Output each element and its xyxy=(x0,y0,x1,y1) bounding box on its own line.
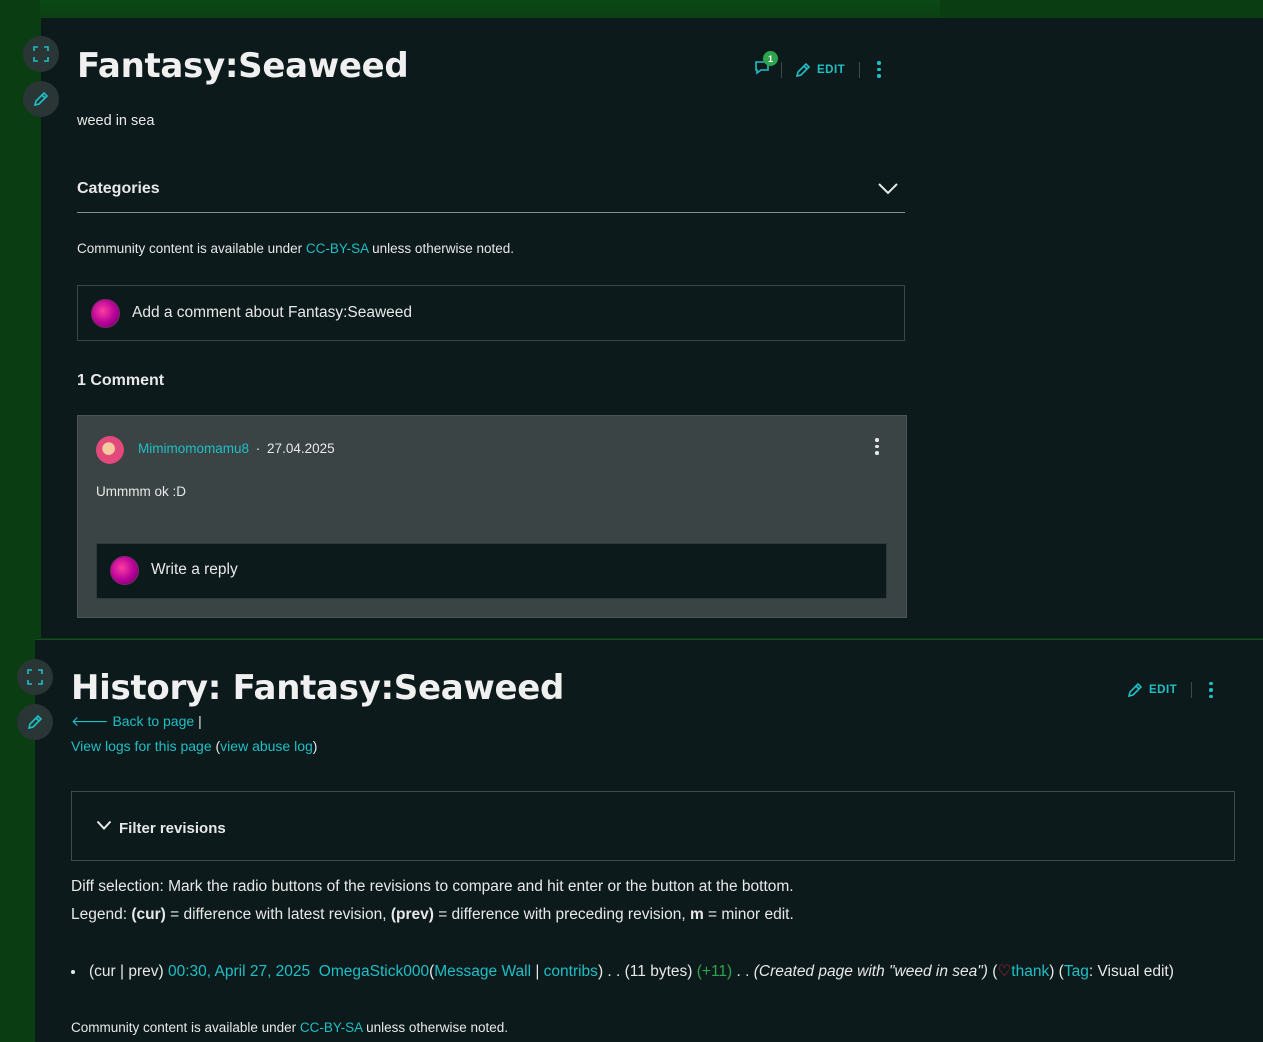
comment-count-badge: 1 xyxy=(763,51,778,66)
filter-revisions-label: Filter revisions xyxy=(119,820,226,837)
cur-prev: (cur | prev) xyxy=(89,963,164,980)
edit-label: EDIT xyxy=(817,63,846,76)
divider xyxy=(781,61,782,78)
pencil-icon xyxy=(1127,682,1143,698)
revision-diff: (+11) xyxy=(696,963,733,980)
edit-button[interactable]: EDIT xyxy=(794,61,845,79)
expand-icon xyxy=(33,46,49,62)
chevron-down-icon xyxy=(96,820,112,830)
view-logs-link[interactable]: View logs for this page xyxy=(71,738,212,754)
view-logs-row: View logs for this page (view abuse log) xyxy=(71,738,318,754)
divider xyxy=(859,61,861,78)
comment-body: Ummmm ok :D xyxy=(96,484,186,499)
pencil-icon xyxy=(795,62,811,77)
expand-icon xyxy=(27,669,43,685)
pencil-icon xyxy=(33,91,49,107)
legend: Legend: (cur) = difference with latest r… xyxy=(71,906,794,923)
edit-button[interactable]: EDIT xyxy=(1126,681,1177,699)
diff-selection-help: Diff selection: Mark the radio buttons o… xyxy=(71,878,794,895)
history-title: History: Fantasy:Seaweed xyxy=(71,668,565,708)
comment-card: Mimimomomamu8 · 27.04.2025 Ummmm ok :D W… xyxy=(77,415,907,618)
history-panel: History: Fantasy:Seaweed EDIT 🡐 Back to … xyxy=(17,639,1263,1042)
tag-link[interactable]: Tag xyxy=(1064,963,1089,980)
article-panel: Fantasy:Seaweed 1 EDIT weed in sea Categ… xyxy=(23,18,1263,638)
reply-placeholder: Write a reply xyxy=(151,561,238,578)
comment-author-link[interactable]: Mimimomomamu8 xyxy=(138,441,249,456)
add-comment-input[interactable]: Add a comment about Fantasy:Seaweed xyxy=(77,285,905,341)
more-actions-button[interactable] xyxy=(874,61,884,78)
license-link[interactable]: CC-BY-SA xyxy=(306,241,369,256)
back-separator: | xyxy=(198,713,202,729)
top-banner-strip xyxy=(40,0,940,18)
revision-row: (cur | prev) 00:30, April 27, 2025 Omega… xyxy=(71,962,1174,981)
chevron-down-icon xyxy=(878,183,898,195)
revision-user-link[interactable]: OmegaStick000 xyxy=(319,963,429,980)
comment-options-button[interactable] xyxy=(872,438,882,455)
reply-input[interactable]: Write a reply xyxy=(96,543,887,599)
author-avatar[interactable] xyxy=(96,436,124,464)
fullscreen-button[interactable] xyxy=(23,36,59,72)
view-abuse-log-link[interactable]: view abuse log xyxy=(220,738,313,754)
meta-separator: · xyxy=(255,441,261,456)
more-actions-button[interactable] xyxy=(1206,681,1216,699)
comment-date: 27.04.2025 xyxy=(267,441,335,456)
tag-value: : Visual edit) xyxy=(1088,963,1174,980)
categories-toggle[interactable]: Categories xyxy=(77,176,905,213)
pencil-icon xyxy=(27,714,43,730)
filter-revisions-toggle[interactable]: Filter revisions xyxy=(71,791,1235,861)
categories-label: Categories xyxy=(77,180,160,197)
thank-link[interactable]: thank xyxy=(1011,963,1049,980)
avatar xyxy=(91,299,120,328)
license-link[interactable]: CC-BY-SA xyxy=(300,1020,363,1035)
side-edit-button[interactable] xyxy=(23,81,59,117)
back-to-page-link[interactable]: 🡐 Back to page xyxy=(71,713,194,729)
bullet xyxy=(71,969,75,974)
message-wall-link[interactable]: Message Wall xyxy=(434,963,531,980)
add-comment-placeholder: Add a comment about Fantasy:Seaweed xyxy=(132,304,413,321)
revision-summary: (Created page with "weed in sea") xyxy=(753,963,988,980)
license-notice: Community content is available under CC-… xyxy=(77,241,514,256)
page-content: weed in sea xyxy=(77,113,155,129)
arrow-left-icon: 🡐 xyxy=(71,713,113,729)
page-title: Fantasy:Seaweed xyxy=(77,46,409,86)
heart-icon: ♡ xyxy=(997,963,1012,980)
revision-size: (11 bytes) xyxy=(624,963,693,980)
comments-heading: 1 Comment xyxy=(77,372,165,389)
contribs-link[interactable]: contribs xyxy=(544,963,598,980)
license-notice: Community content is available under CC-… xyxy=(71,1020,508,1035)
comments-button[interactable]: 1 xyxy=(753,51,778,81)
back-to-page-row: 🡐 Back to page | xyxy=(71,713,202,730)
fullscreen-button[interactable] xyxy=(17,659,53,695)
side-edit-button[interactable] xyxy=(17,704,53,740)
revision-timestamp-link[interactable]: 00:30, April 27, 2025 xyxy=(168,963,310,980)
avatar xyxy=(110,556,139,585)
edit-label: EDIT xyxy=(1149,684,1178,696)
divider xyxy=(1191,682,1193,698)
